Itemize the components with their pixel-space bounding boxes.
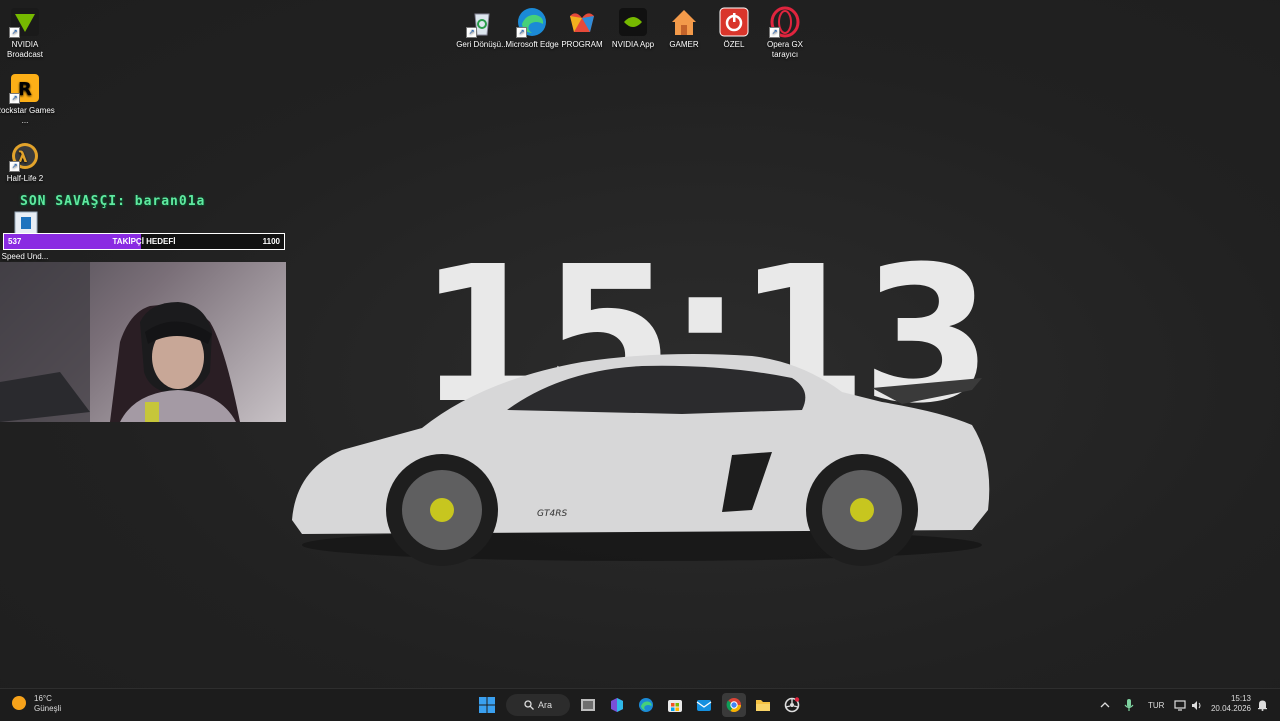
icon-label: Half-Life 2 — [6, 174, 44, 183]
weather-condition: Güneşli — [34, 704, 62, 713]
sun-icon — [12, 696, 26, 710]
file-manager-icon — [581, 699, 595, 711]
search-label: Ara — [537, 700, 552, 710]
explorer-icon — [756, 700, 770, 711]
outlook-icon — [696, 700, 712, 711]
tray-volume[interactable] — [1191, 689, 1203, 721]
rockstar-games-icon: R ↗ — [9, 72, 41, 104]
taskbar-search[interactable]: Ara — [506, 694, 570, 716]
wheel-icon — [784, 697, 800, 713]
taskbar-m365[interactable] — [605, 693, 629, 717]
clock-date: 20.04.2026 — [1210, 704, 1251, 713]
icon-label: Speed Und... — [1, 252, 49, 261]
desktop-icon-rockstar[interactable]: R ↗ Rockstar Games ... — [0, 72, 55, 126]
microphone-icon — [1124, 699, 1134, 711]
home-folder-icon — [668, 6, 700, 38]
taskbar: 16°C Güneşli Ara TUR 15:13 20.04.2026 — [0, 688, 1280, 721]
taskbar-wheel-app[interactable] — [780, 693, 804, 717]
start-icon — [479, 697, 495, 713]
recycle-bin-icon: ↗ — [466, 6, 498, 38]
volume-icon — [1192, 700, 1201, 710]
icon-label: Opera GX tarayıcı — [766, 40, 803, 59]
desktop-icon-half-life[interactable]: λ ↗ Half-Life 2 — [0, 140, 55, 184]
half-life-2-icon: λ ↗ — [9, 140, 41, 172]
m365-icon — [611, 698, 623, 712]
svg-text:R: R — [18, 79, 32, 100]
search-icon — [524, 700, 534, 710]
taskbar-chrome[interactable] — [722, 693, 746, 717]
chrome-icon — [726, 698, 741, 712]
edge-icon: ↗ — [516, 6, 548, 38]
notification-bell-icon — [1258, 700, 1267, 711]
power-icon — [718, 6, 750, 38]
clock-time: 15:13 — [1230, 694, 1251, 703]
taskbar-outlook[interactable] — [692, 693, 716, 717]
opera-gx-icon: ↗ — [769, 6, 801, 38]
desktop-icon-opera-gx[interactable]: ↗ Opera GX tarayıcı — [755, 6, 815, 60]
start-button[interactable] — [475, 693, 499, 717]
icon-label: NVIDIA Broadcast — [6, 40, 44, 59]
tray-microphone[interactable] — [1124, 689, 1134, 721]
chevron-up-icon — [1100, 702, 1110, 708]
car-illustration: GT4RS — [292, 354, 990, 566]
edge-icon — [639, 698, 653, 712]
taskbar-file-manager[interactable] — [576, 693, 600, 717]
goal-label: TAKİPÇİ HEDEFİ — [112, 237, 176, 246]
last-warrior-overlay: SON SAVAŞÇI: baran01a — [20, 194, 206, 209]
taskbar-explorer[interactable] — [751, 693, 775, 717]
desktop-icon-nvidia-broadcast[interactable]: ↗ NVIDIA Broadcast — [0, 6, 55, 60]
car-badge: GT4RS — [537, 509, 567, 519]
taskbar-store[interactable] — [663, 693, 687, 717]
language-indicator[interactable]: TUR — [1148, 689, 1164, 721]
tray-overflow-chevron[interactable] — [1100, 689, 1110, 721]
network-icon — [1174, 699, 1186, 711]
taskbar-edge[interactable] — [634, 693, 658, 717]
follower-goal-bar: 537 TAKİPÇİ HEDEFİ 1100 — [3, 233, 285, 250]
weather-temp: 16°C — [34, 694, 52, 703]
store-icon — [668, 700, 682, 712]
tray-notifications[interactable] — [1257, 689, 1268, 721]
webcam-feed — [0, 262, 286, 422]
goal-target: 1100 — [262, 237, 280, 246]
tray-network[interactable] — [1174, 689, 1186, 721]
taskbar-clock[interactable]: 15:13 20.04.2026 — [1211, 694, 1251, 714]
nvidia-app-icon — [617, 6, 649, 38]
nvidia-broadcast-icon: ↗ — [9, 6, 41, 38]
icon-label: Rockstar Games ... — [0, 106, 55, 125]
webcam-person — [0, 262, 240, 422]
program-folder-icon — [566, 6, 598, 38]
